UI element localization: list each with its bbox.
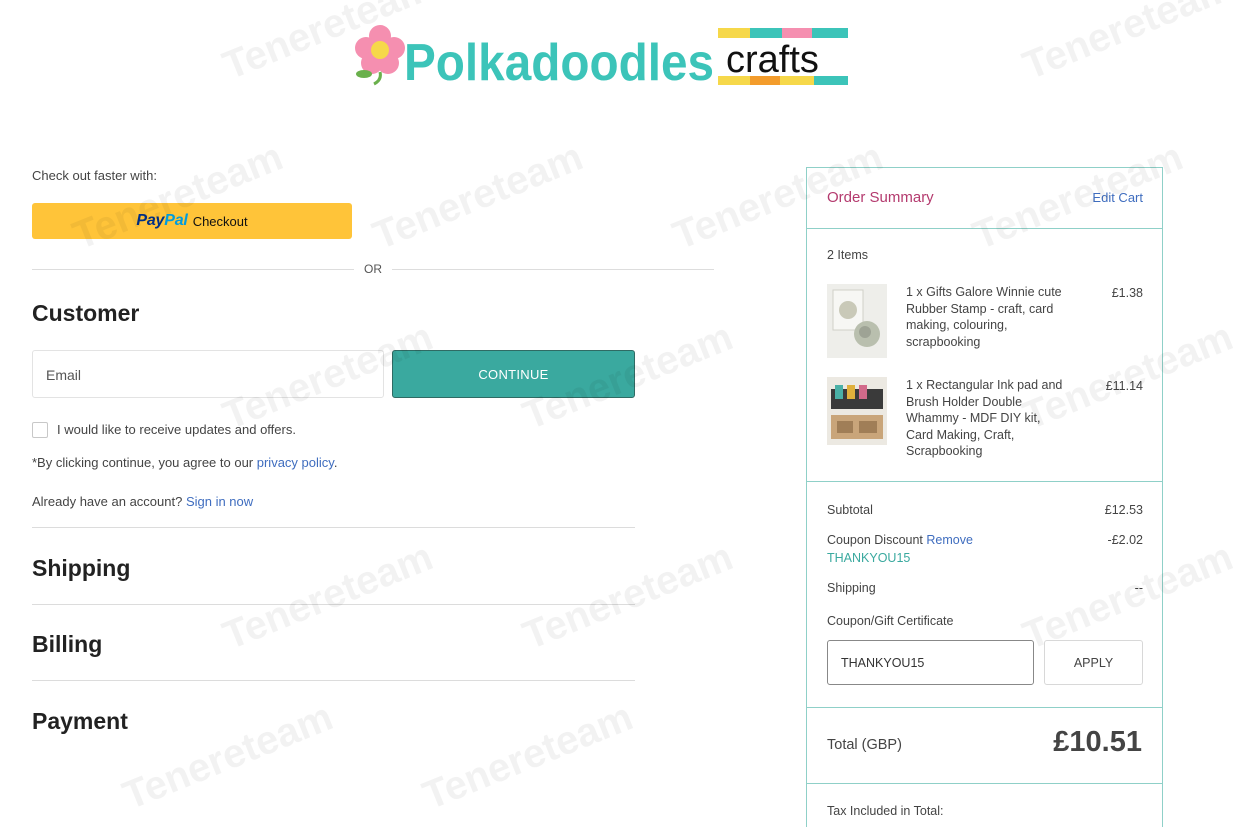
account-prefix: Already have an account? [32, 494, 186, 509]
paypal-checkout-label: Checkout [192, 213, 248, 229]
email-label: Email [46, 367, 82, 383]
coupon-discount-value: -£2.02 [1107, 533, 1143, 547]
terms-suffix: . [333, 455, 338, 470]
customer-title: Customer [32, 300, 140, 326]
divider-shipping [32, 604, 635, 605]
logo-suffix: crafts [726, 39, 819, 81]
paypal-logo: PayPal [136, 212, 188, 230]
coupon-code-input[interactable]: THANKYOU15 [827, 640, 1034, 685]
paypal-checkout-button[interactable]: PayPal Checkout [32, 203, 352, 239]
billing-step-title[interactable]: Billing [32, 631, 102, 658]
coupon-input-value: THANKYOU15 [841, 656, 925, 670]
or-divider-line-left [32, 269, 354, 270]
shipping-label: Shipping [827, 581, 876, 595]
apply-coupon-button[interactable]: APPLY [1044, 640, 1143, 685]
updates-label: I would like to receive updates and offe… [57, 422, 296, 437]
divider-billing [32, 680, 635, 681]
polkadoodles-crafts-logo[interactable]: Polkadoodles crafts [352, 22, 850, 88]
crafts-badge: crafts [718, 28, 848, 85]
paypal-logo-pal: Pal [164, 212, 188, 229]
paypal-logo-pay: Pay [136, 212, 165, 229]
subtotal-value: £12.53 [1104, 503, 1143, 517]
divider-customer [32, 527, 635, 528]
cart-item-price: £1.38 [1111, 286, 1143, 300]
payment-step-title[interactable]: Payment [32, 708, 128, 735]
coupon-discount-label: Coupon Discount [827, 533, 923, 547]
summary-divider [807, 707, 1162, 708]
watermark-text: Tenereteam [367, 135, 589, 259]
shipping-step-title[interactable]: Shipping [32, 555, 130, 582]
total-value: £10.51 [1053, 726, 1142, 758]
summary-divider [807, 481, 1162, 482]
cart-item-description: 1 x Rectangular Ink pad and Brush Holder… [906, 378, 1063, 458]
order-summary-title: Order Summary [827, 189, 934, 206]
terms-prefix: *By clicking continue, you agree to our [32, 455, 257, 470]
cart-item-price: £11.14 [1105, 379, 1143, 393]
continue-button[interactable]: CONTINUE [392, 350, 635, 398]
cart-item: 1 x Rectangular Ink pad and Brush Holder… [827, 377, 1145, 467]
sign-in-link[interactable]: Sign in now [186, 494, 253, 509]
coupon-gift-label: Coupon/Gift Certificate [827, 614, 954, 628]
site-header: Polkadoodles crafts [0, 0, 1256, 120]
coupon-discount-row: Coupon Discount Remove [827, 533, 973, 547]
product-thumbnail-ink-pad-holder [827, 377, 887, 445]
logo-word: Polkadoodles [404, 34, 714, 88]
email-field[interactable]: Email [32, 350, 384, 398]
remove-coupon-link[interactable]: Remove [926, 533, 973, 547]
cart-item-description: 1 x Gifts Galore Winnie cute Rubber Stam… [906, 285, 1062, 349]
tax-included-label: Tax Included in Total: [827, 804, 944, 818]
subtotal-label: Subtotal [827, 503, 873, 517]
or-divider: OR [32, 260, 714, 280]
privacy-policy-link[interactable]: privacy policy [257, 455, 334, 470]
cart-item: 1 x Gifts Galore Winnie cute Rubber Stam… [827, 284, 1145, 364]
product-thumbnail-stamp [827, 284, 887, 358]
updates-checkbox[interactable] [32, 422, 48, 438]
total-label: Total (GBP) [827, 737, 902, 753]
order-summary: Order Summary Edit Cart 2 Items 1 x Gift… [806, 167, 1163, 827]
flower-icon [355, 25, 405, 86]
watermark-text: Tenereteam [117, 695, 339, 819]
terms-text: *By clicking continue, you agree to our … [32, 455, 337, 470]
summary-divider [807, 228, 1162, 229]
watermark-text: Tenereteam [417, 695, 639, 819]
applied-coupon-code: THANKYOU15 [827, 551, 911, 565]
items-count: 2 Items [827, 248, 868, 262]
shipping-value: -- [1134, 581, 1143, 595]
account-prompt: Already have an account? Sign in now [32, 494, 253, 509]
watermark-text: Tenereteam [67, 135, 289, 259]
or-divider-line-right [392, 269, 714, 270]
watermark-text: Tenereteam [217, 535, 439, 659]
summary-divider [807, 783, 1162, 784]
edit-cart-link[interactable]: Edit Cart [1092, 190, 1143, 205]
express-checkout-intro: Check out faster with: [32, 168, 157, 183]
watermark-text: Tenereteam [517, 535, 739, 659]
or-label: OR [364, 262, 382, 276]
